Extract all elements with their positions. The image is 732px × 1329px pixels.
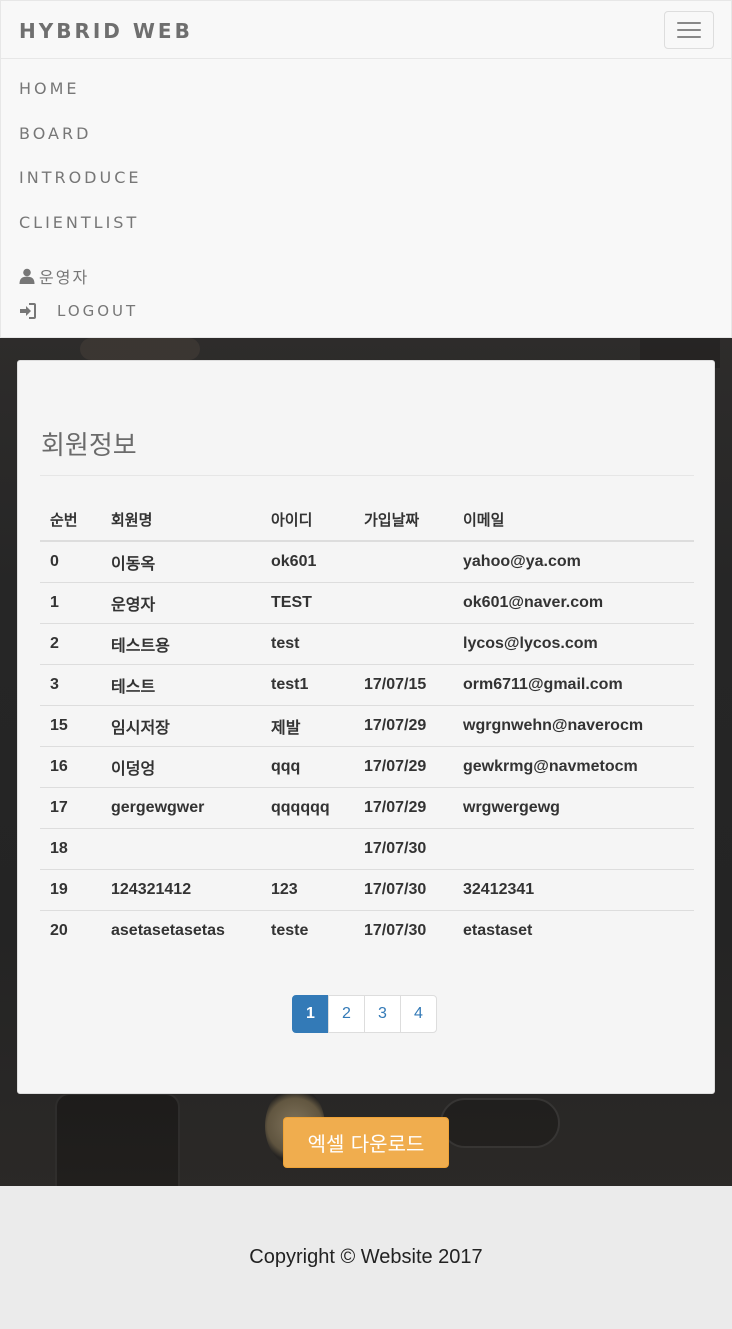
table-cell: 17/07/30 bbox=[354, 909, 453, 951]
table-cell: wgrgnwehn@naverocm bbox=[453, 704, 694, 746]
log-in-icon bbox=[20, 303, 36, 319]
table-cell bbox=[101, 827, 261, 869]
table-cell: 17 bbox=[40, 786, 101, 828]
table-cell: 17/07/29 bbox=[354, 786, 453, 828]
table-cell: 이덩엉 bbox=[101, 745, 261, 787]
table-cell: 17/07/30 bbox=[354, 827, 453, 869]
user-icon bbox=[19, 268, 35, 284]
member-table: 순번 회원명 아이디 가입날짜 이메일 0 이동옥 ok601 yahoo@ya.co… bbox=[40, 499, 694, 951]
excel-download-button[interactable]: 엑셀 다운로드 bbox=[283, 1117, 449, 1168]
hamburger-icon-bar bbox=[677, 36, 701, 38]
table-cell: test bbox=[261, 622, 354, 664]
table-row: 16 이덩엉 qqq 17/07/29 gewkrmg@navmetocm bbox=[40, 745, 694, 787]
table-cell: 3 bbox=[40, 663, 101, 705]
footer: Copyright © Website 2017 bbox=[0, 1186, 732, 1329]
table-cell: orm6711@gmail.com bbox=[453, 663, 694, 705]
table-cell: 이동옥 bbox=[111, 555, 156, 573]
table-cell: 18 bbox=[40, 827, 101, 869]
table-cell: TEST bbox=[261, 581, 354, 623]
table-row: 17 gergewgwer qqqqqq 17/07/29 wrgwergewg bbox=[40, 786, 694, 828]
table-cell bbox=[354, 541, 453, 582]
nav-item-home[interactable]: HOME bbox=[19, 79, 141, 124]
table-cell: gergewgwer bbox=[101, 786, 261, 828]
member-info-panel: 회원정보 순번 회원명 아이디 가입날짜 이메일 0 이동옥 ok601 yahoo@… bbox=[17, 360, 715, 1094]
table-row: 1 운영자 TEST ok601@naver.com bbox=[40, 581, 694, 623]
table-cell: 운영자 bbox=[101, 581, 261, 623]
table-row: 2 테스트용 test lycos@lycos.com bbox=[40, 622, 694, 664]
table-header-row: 순번 회원명 아이디 가입날짜 이메일 bbox=[40, 499, 694, 542]
table-cell: 124321412 bbox=[101, 868, 261, 910]
table-cell: 1 bbox=[40, 581, 101, 623]
table-cell: lycos@lycos.com bbox=[453, 622, 694, 664]
table-cell: 제발 bbox=[261, 704, 354, 746]
nav-item-board[interactable]: BOARD bbox=[19, 124, 141, 169]
hamburger-icon bbox=[677, 22, 701, 24]
table-cell: yahoo@ya.com bbox=[463, 552, 581, 570]
table-cell: 17/07/29 bbox=[354, 745, 453, 787]
copyright-text: Copyright © Website 2017 bbox=[249, 1246, 483, 1268]
column-header: 아이디 bbox=[261, 499, 354, 542]
table-row: 15 임시저장 제발 17/07/29 wgrgnwehn@naverocm bbox=[40, 704, 694, 746]
table-cell: ok601@naver.com bbox=[453, 581, 694, 623]
table-row: 19 124321412 123 17/07/30 32412341 bbox=[40, 868, 694, 910]
nav-list: HOME BOARD INTRODUCE CLIENTLIST bbox=[19, 79, 141, 257]
table-row: 0 이동옥 ok601 yahoo@ya.com bbox=[40, 541, 694, 582]
user-name: 운영자 bbox=[39, 270, 90, 287]
menu-toggle-button[interactable] bbox=[664, 11, 714, 49]
table-cell bbox=[453, 827, 694, 869]
table-cell: asetasetasetas bbox=[101, 909, 261, 951]
table-cell: test1 bbox=[261, 663, 354, 705]
page-link-1[interactable]: 1 bbox=[292, 995, 329, 1033]
navbar: HYBRID WEB HOME BOARD INTRODUCE CLIENTLI… bbox=[0, 0, 732, 338]
table-cell: 15 bbox=[40, 704, 101, 746]
table-cell: 테스트 bbox=[101, 663, 261, 705]
nav-item-introduce[interactable]: INTRODUCE bbox=[19, 168, 141, 213]
page-link-4[interactable]: 4 bbox=[400, 995, 437, 1033]
table-cell: etastaset bbox=[453, 909, 694, 951]
table-cell: 19 bbox=[40, 868, 101, 910]
table-cell: ok601 bbox=[271, 552, 317, 570]
table-cell: 20 bbox=[40, 909, 101, 951]
table-cell: 17/07/30 bbox=[354, 868, 453, 910]
table-cell: 0 bbox=[50, 552, 59, 570]
page-link-2[interactable]: 2 bbox=[328, 995, 365, 1033]
table-row: 18 17/07/30 bbox=[40, 827, 694, 869]
logout-label: LOGOUT bbox=[57, 302, 139, 320]
page-link-3[interactable]: 3 bbox=[364, 995, 401, 1033]
logout-link[interactable]: LOGOUT bbox=[19, 302, 138, 320]
table-cell bbox=[354, 622, 453, 664]
column-header: 이메일 bbox=[453, 499, 694, 542]
table-row: 20 asetasetasetas teste 17/07/30 etastaset bbox=[40, 909, 694, 951]
table-cell: 테스트용 bbox=[101, 622, 261, 664]
divider bbox=[40, 475, 694, 476]
column-header: 가입날짜 bbox=[354, 499, 453, 542]
hamburger-icon-bar bbox=[677, 29, 701, 31]
table-cell: 123 bbox=[261, 868, 354, 910]
table-cell: gewkrmg@navmetocm bbox=[453, 745, 694, 787]
table-cell bbox=[354, 581, 453, 623]
column-header: 회원명 bbox=[101, 499, 261, 542]
table-cell: 17/07/29 bbox=[354, 704, 453, 746]
table-body: 0 이동옥 ok601 yahoo@ya.com 1 운영자 TEST ok601@naver… bbox=[40, 541, 694, 951]
table-cell: wrgwergewg bbox=[453, 786, 694, 828]
table-cell: 17/07/15 bbox=[354, 663, 453, 705]
pagination: 1234 bbox=[292, 995, 437, 1033]
navbar-header: HYBRID WEB bbox=[1, 1, 731, 59]
table-cell: 임시저장 bbox=[101, 704, 261, 746]
table-cell: 32412341 bbox=[453, 868, 694, 910]
table-row: 3 테스트 test1 17/07/15 orm6711@gmail.com bbox=[40, 663, 694, 705]
table-cell: teste bbox=[261, 909, 354, 951]
brand-logo[interactable]: HYBRID WEB bbox=[19, 19, 193, 43]
column-header: 순번 bbox=[40, 499, 101, 542]
page-title: 회원정보 bbox=[41, 431, 137, 461]
table-cell bbox=[261, 827, 354, 869]
table-cell: qqq bbox=[261, 745, 354, 787]
table-cell: 16 bbox=[40, 745, 101, 787]
user-info[interactable]: 운영자 bbox=[19, 264, 89, 288]
table-cell: qqqqqq bbox=[261, 786, 354, 828]
table-cell: 2 bbox=[40, 622, 101, 664]
nav-item-clientlist[interactable]: CLIENTLIST bbox=[19, 213, 141, 258]
